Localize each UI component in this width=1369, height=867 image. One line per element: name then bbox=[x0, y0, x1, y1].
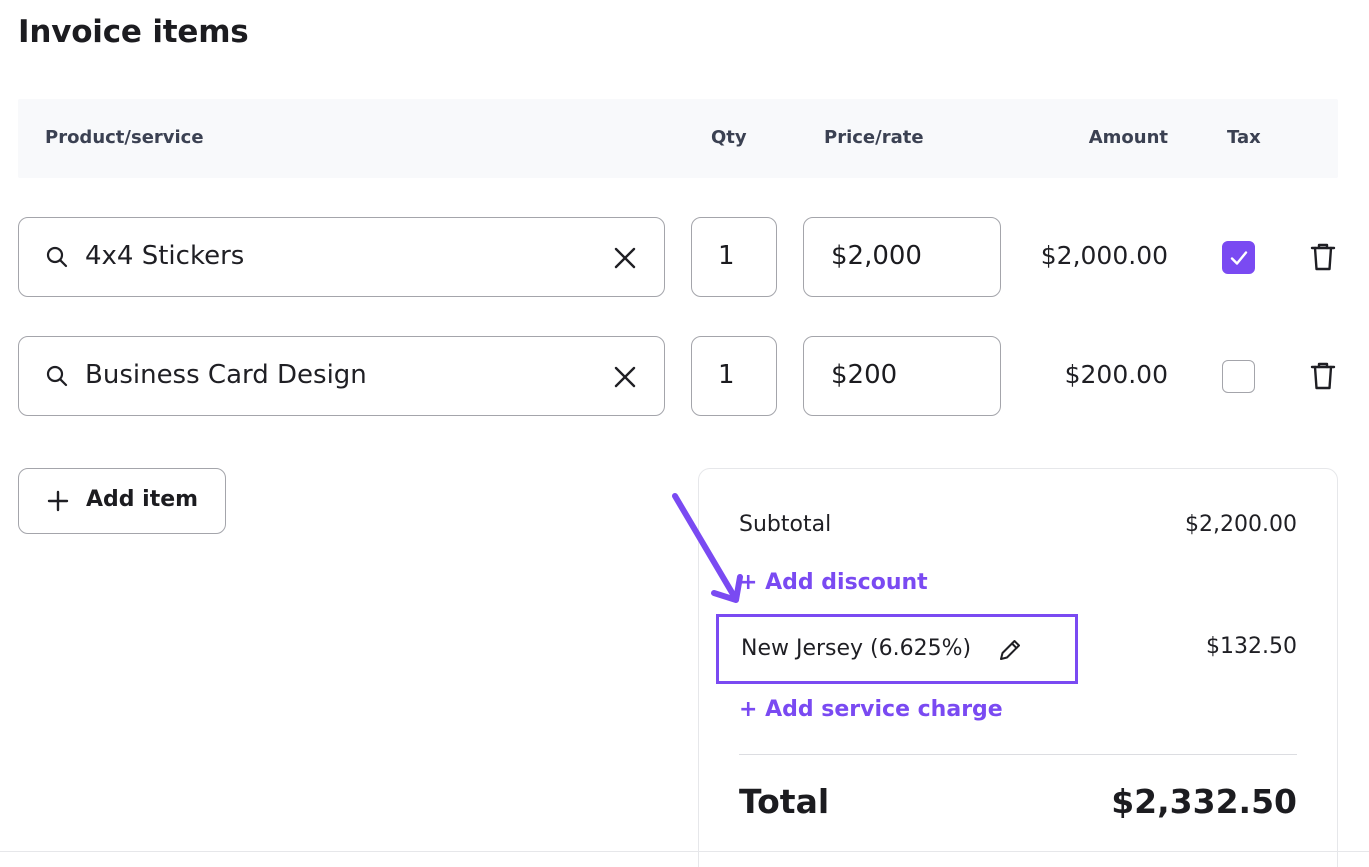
total-value: $2,332.50 bbox=[1111, 782, 1297, 821]
invoice-summary: Subtotal $2,200.00 + Add discount New Je… bbox=[698, 468, 1338, 867]
line-amount: $200.00 bbox=[1064, 360, 1168, 389]
line-amount: $2,000.00 bbox=[1040, 241, 1168, 270]
header-tax: Tax bbox=[1227, 127, 1261, 148]
plus-icon bbox=[47, 490, 69, 512]
tax-checkbox[interactable] bbox=[1222, 241, 1255, 274]
qty-value: 1 bbox=[718, 360, 735, 390]
search-icon bbox=[46, 246, 68, 268]
tax-rate-highlight: New Jersey (6.625%) bbox=[716, 614, 1078, 684]
tax-rate-label: New Jersey (6.625%) bbox=[741, 636, 972, 661]
header-price: Price/rate bbox=[824, 127, 924, 148]
page-bottom-border bbox=[0, 851, 1369, 852]
add-discount-link[interactable]: + Add discount bbox=[739, 570, 928, 595]
add-service-charge-link[interactable]: + Add service charge bbox=[739, 697, 1003, 722]
add-item-button[interactable]: Add item bbox=[18, 468, 226, 534]
price-input[interactable]: $200 bbox=[803, 336, 1001, 416]
tax-checkbox[interactable] bbox=[1222, 360, 1255, 393]
qty-input[interactable]: 1 bbox=[691, 217, 777, 297]
line-item-row: Business Card Design 1 $200 $200.00 bbox=[18, 336, 1338, 416]
add-item-label: Add item bbox=[86, 487, 199, 512]
total-label: Total bbox=[739, 782, 830, 821]
tax-amount: $132.50 bbox=[1206, 634, 1297, 659]
product-search-field[interactable]: 4x4 Stickers bbox=[18, 217, 665, 297]
subtotal-value: $2,200.00 bbox=[1185, 512, 1297, 537]
close-icon[interactable] bbox=[612, 245, 638, 271]
search-icon bbox=[46, 365, 68, 387]
price-value: $2,000 bbox=[831, 241, 922, 271]
product-search-field[interactable]: Business Card Design bbox=[18, 336, 665, 416]
table-header: Product/service Qty Price/rate Amount Ta… bbox=[18, 99, 1338, 178]
line-item-row: 4x4 Stickers 1 $2,000 $2,000.00 bbox=[18, 217, 1338, 297]
header-amount: Amount bbox=[1088, 127, 1168, 148]
price-value: $200 bbox=[831, 360, 898, 390]
subtotal-label: Subtotal bbox=[739, 512, 832, 537]
close-icon[interactable] bbox=[612, 364, 638, 390]
qty-value: 1 bbox=[718, 241, 735, 271]
product-name: Business Card Design bbox=[85, 360, 367, 390]
header-product: Product/service bbox=[45, 127, 204, 148]
summary-divider bbox=[739, 754, 1297, 755]
invoice-items-page: Invoice items Product/service Qty Price/… bbox=[0, 0, 1369, 867]
trash-icon[interactable] bbox=[1309, 242, 1337, 272]
header-qty: Qty bbox=[711, 127, 747, 148]
pencil-icon[interactable] bbox=[997, 637, 1023, 663]
product-name: 4x4 Stickers bbox=[85, 241, 245, 271]
checkmark-icon bbox=[1230, 251, 1248, 265]
qty-input[interactable]: 1 bbox=[691, 336, 777, 416]
trash-icon[interactable] bbox=[1309, 361, 1337, 391]
price-input[interactable]: $2,000 bbox=[803, 217, 1001, 297]
page-title: Invoice items bbox=[18, 14, 249, 50]
